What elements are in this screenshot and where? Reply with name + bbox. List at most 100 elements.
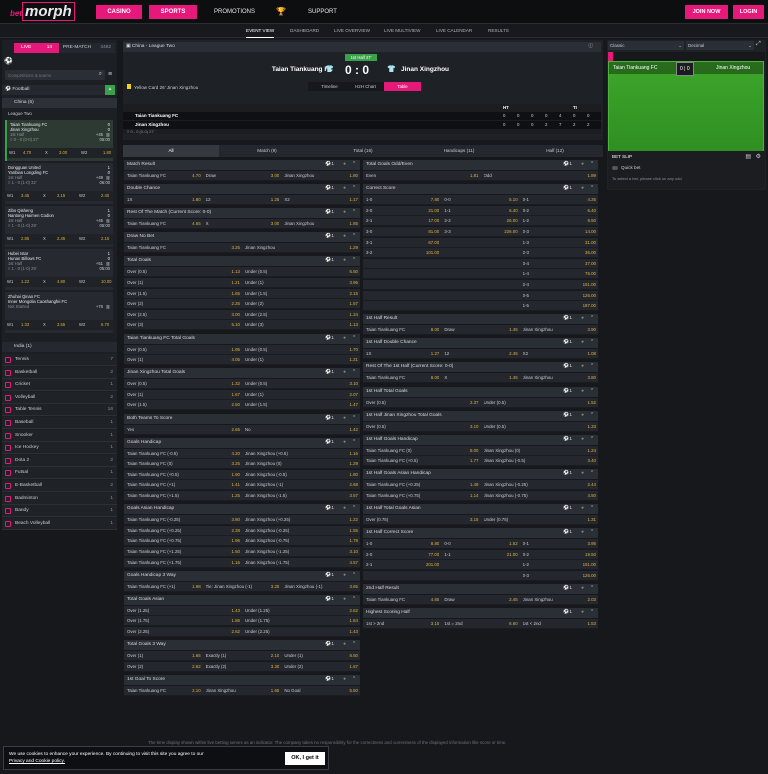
outcome-label[interactable]: Over (1.5) [127,289,225,299]
sidebar-sport-item[interactable]: Ice Hockey 1 [2,442,117,455]
odds-value[interactable]: 31.00 [582,238,596,248]
outcome-label[interactable]: 1st > 2nd [366,619,424,629]
odds-value[interactable]: 8.50 [344,651,358,661]
odds-value[interactable]: 1.31 [582,515,596,525]
outcome-label[interactable]: Jinan Xingzhou (-0.75) [245,536,343,546]
odds-value[interactable]: 1.77 [465,456,479,466]
outcome-label[interactable]: Under (1.5) [245,400,343,410]
odds-value[interactable]: 1.16 [226,558,240,568]
odds-value[interactable]: 1.52 [582,398,596,408]
odds-value[interactable]: 4.50 [582,491,596,501]
odds-value[interactable]: 26.00 [504,216,518,226]
odds-value[interactable]: 3.00 [226,310,240,320]
odds-value[interactable]: 3.96 [344,278,358,288]
odds-value[interactable]: 1.16 [344,449,358,459]
odds-value[interactable]: 1.22 [344,515,358,525]
market-stats-icon[interactable]: ⚽1 [325,208,334,218]
star-icon[interactable]: ● [581,504,584,514]
odds-value[interactable]: 1.95 [226,345,240,355]
collapse-icon[interactable]: ⌃ [352,595,356,605]
odds-value[interactable]: 2.10 [265,651,280,661]
sidebar-sport-item[interactable]: Volleyball 2 [2,391,117,404]
market-header[interactable]: Draw No Bet ⚽1 ● ⌃ [124,232,360,243]
collapse-icon[interactable]: ⌃ [590,435,594,445]
odds-value[interactable]: 2.25 [226,299,240,309]
odds-value[interactable]: 1.65 [265,686,280,696]
star-icon[interactable]: ● [343,675,346,685]
outcome-label[interactable]: Taian Tiankuang FC [127,686,186,696]
odds-value[interactable]: 1.32 [226,379,240,389]
odds-value[interactable]: 81.00 [425,227,439,237]
odds-value[interactable]: 7.80 [425,195,440,205]
outcome-label[interactable]: 3-2 [366,248,424,258]
outcome-label[interactable]: Over (2) [127,662,186,672]
view-select[interactable]: Classic ⌄ [608,41,684,50]
market-header[interactable]: Total Goals 3 Way ⚽1 ● ⌃ [124,640,360,650]
outcome-label[interactable]: Taian Tiankuang FC [366,373,424,383]
odds-value[interactable]: 3.25 [226,243,240,253]
odds-value[interactable]: 1.34 [344,310,358,320]
outcome-label[interactable]: Jinan Xingzhou [523,325,581,335]
star-icon[interactable]: ● [343,640,346,650]
collapse-icon[interactable]: ⌃ [352,184,356,194]
odds-value[interactable]: 2.45 [57,236,65,241]
market-stats-icon[interactable]: ⚽1 [325,414,334,424]
star-icon[interactable]: ● [581,584,584,594]
odds-value[interactable]: 1.78 [344,536,358,546]
collapse-icon[interactable]: ⌃ [352,208,356,218]
india-group[interactable]: India (1) [2,342,117,352]
star-icon[interactable]: ● [581,387,584,397]
collapse-icon[interactable]: ⌃ [590,160,594,170]
odds-value[interactable]: 1.25 [226,491,240,501]
outcome-label[interactable]: X [206,219,265,229]
odds-value[interactable]: 3.25 [226,459,240,469]
outcome-label[interactable]: Jinan Xingzhou (-1) [284,582,343,592]
odds-value[interactable]: 2.62 [187,662,201,672]
trophy-icon[interactable]: 🏆 [276,5,286,19]
outcome-label[interactable]: Taian Tiankuang FC (0) [127,459,225,469]
outcome-label[interactable]: Under (1) [245,390,343,400]
outcome-label[interactable]: Under (1.25) [245,606,343,616]
outcome-label[interactable]: Jinan Xingzhou [206,686,265,696]
market-header[interactable]: Total Goals ⚽1 ● ⌃ [124,256,360,267]
collapse-icon[interactable]: ⌃ [590,584,594,594]
odds-value[interactable]: 2.85 [21,236,29,241]
star-icon[interactable]: ● [581,314,584,324]
outcome-label[interactable]: Under (2) [284,662,343,672]
outcome-label[interactable]: 1-0 [366,539,424,549]
odds-value[interactable]: 77.00 [425,550,439,560]
outcome-label[interactable]: Jinan Xingzhou (-0.25) [484,480,582,490]
outcome-label[interactable]: 1-1 [444,550,502,560]
star-icon[interactable]: ● [343,256,346,266]
odds-value[interactable]: 2.45 [504,595,518,605]
odds-value[interactable]: 1.55 [344,526,358,536]
outcome-label[interactable]: 0-2 [523,550,581,560]
outcome-label[interactable]: Under (1.5) [245,289,343,299]
outcome-label[interactable]: 1-5 [523,301,581,311]
sidebar-sport-item[interactable]: Table Tennis 16 [2,404,117,417]
odds-value[interactable]: 151.00 [582,560,596,570]
odds-value[interactable]: 8.00 [425,325,440,335]
collapse-icon[interactable]: ⌃ [590,608,594,618]
outcome-label[interactable]: Exactly (2) [206,662,265,672]
odds-value[interactable]: 3.15 [425,619,440,629]
odds-value[interactable]: 67.00 [425,238,439,248]
odds-value[interactable]: 4.25 [582,195,596,205]
outcome-label[interactable]: Under (3) [245,320,343,330]
odds-value[interactable]: 3.25 [265,582,280,592]
tab-live[interactable]: LIVE 14 [14,43,59,53]
odds-value[interactable]: 36.00 [582,248,596,258]
outcome-label[interactable]: Over (3) [127,320,225,330]
odds-value[interactable]: 3.10 [344,379,358,389]
market-stats-icon[interactable]: ⚽1 [563,184,572,194]
outcome-label[interactable]: Yes [127,425,225,435]
odds-value[interactable]: 3.57 [344,491,358,501]
odds-value[interactable]: 151.00 [582,280,596,290]
odds-value[interactable]: 1.14 [465,491,479,501]
star-icon[interactable]: ● [581,469,584,479]
sidebar-sport-item[interactable]: Beach Volleyball 1 [2,517,117,530]
search-input[interactable] [5,70,93,80]
outcome-label[interactable]: Over (1) [127,651,186,661]
market-header[interactable]: Both Teams To Score ⚽1 ● ⌃ [124,413,360,424]
outcome-label[interactable]: Taian Tiankuang FC (+0.5) [366,456,464,466]
